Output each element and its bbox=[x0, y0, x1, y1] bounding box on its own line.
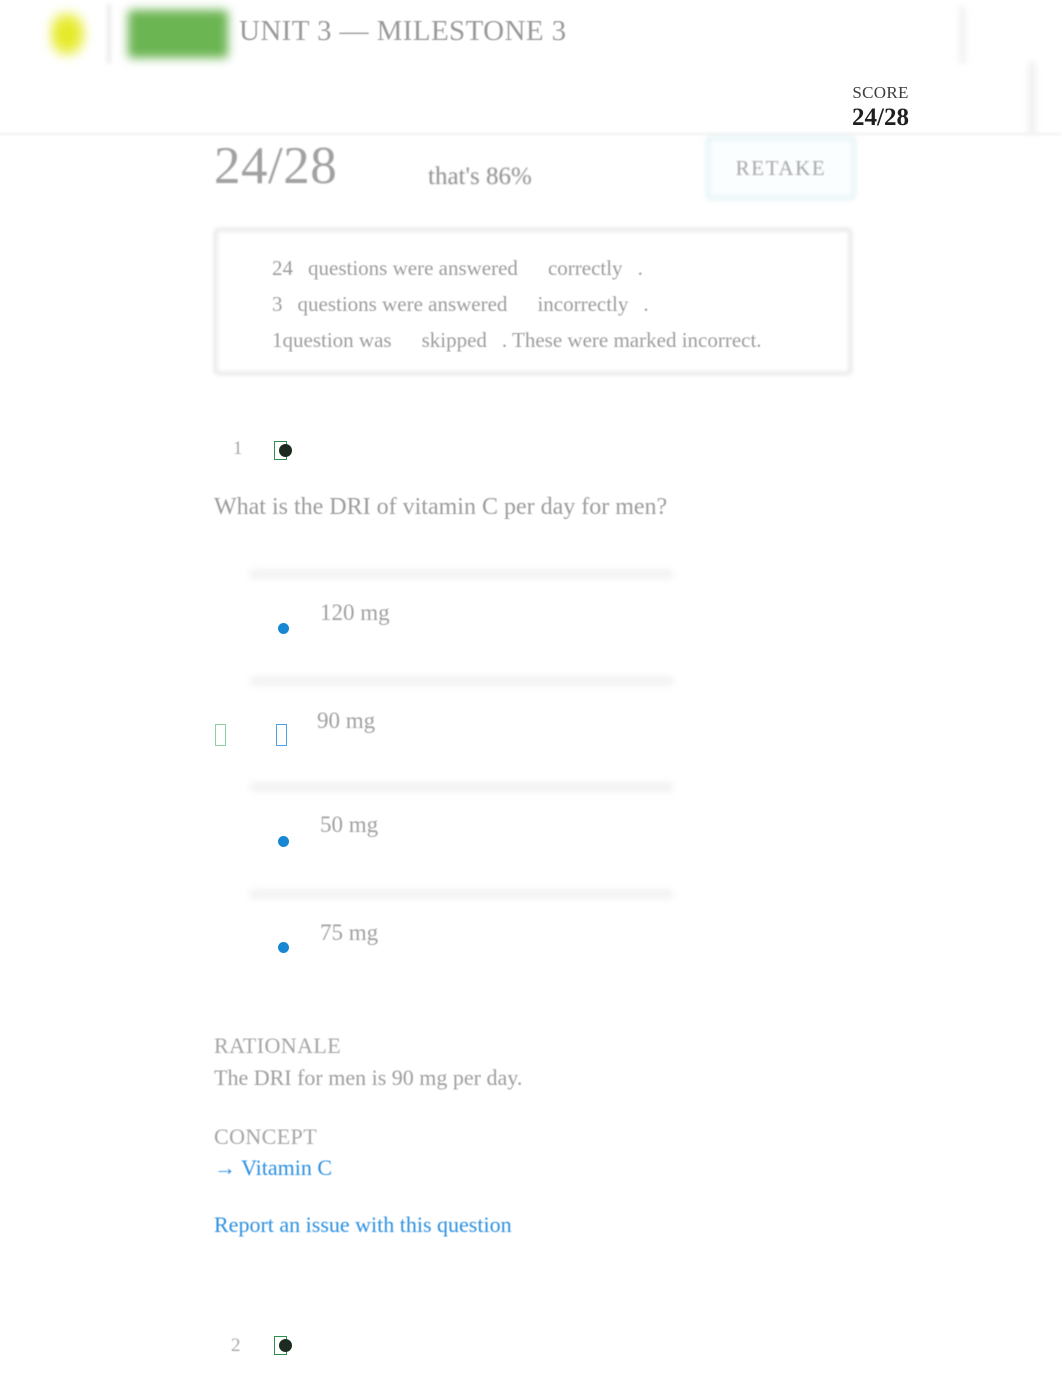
header-decoration-line-right bbox=[1028, 62, 1036, 134]
header-separator bbox=[107, 4, 111, 64]
option-label[interactable]: 120 mg bbox=[320, 600, 390, 626]
option-label[interactable]: 90 mg bbox=[317, 708, 375, 734]
rationale-heading: RATIONALE bbox=[214, 1033, 342, 1058]
header-score-block: SCORE 24/28 bbox=[852, 83, 909, 132]
summary-correct-emphasis: correctly bbox=[547, 256, 623, 280]
option-label[interactable]: 50 mg bbox=[320, 812, 378, 838]
concept-heading: CONCEPT bbox=[214, 1124, 318, 1149]
question-prompt: What is the DRI of vitamin C per day for… bbox=[214, 494, 668, 520]
percent-badge-icon:  bbox=[394, 162, 411, 188]
overall-score-fraction: 24/28 bbox=[214, 137, 338, 195]
rationale-body: The DRI for men is 90 mg per day. bbox=[214, 1065, 523, 1090]
concept-link-vitamin-c[interactable]: → Vitamin C bbox=[214, 1155, 332, 1181]
summary-skipped-middle: question was bbox=[282, 328, 392, 352]
option-divider-bar bbox=[250, 676, 673, 686]
summary-incorrect-period: . bbox=[643, 292, 649, 316]
app-header: UNIT 3 — MILESTONE 3 SCORE 24/28 bbox=[0, 0, 1062, 134]
page-title: UNIT 3 — MILESTONE 3 bbox=[239, 15, 567, 47]
results-summary-panel: 24questions were answeredcorrectly. 3qu… bbox=[232, 250, 842, 358]
report-issue-link[interactable]: Report an issue with this question bbox=[214, 1212, 512, 1238]
sophia-wordmark-logo[interactable] bbox=[128, 10, 228, 58]
summary-line: 24 questions were answered correctly. bbox=[232, 250, 842, 286]
question-number: 2 bbox=[231, 1335, 241, 1356]
correct-answer-marker-icon bbox=[274, 441, 292, 460]
header-decoration-line-left bbox=[959, 6, 966, 64]
option-correct-check-icon bbox=[215, 724, 226, 746]
summary-skipped-emphasis: skipped bbox=[421, 328, 487, 352]
score-value: 24/28 bbox=[852, 104, 909, 131]
option-label[interactable]: 75 mg bbox=[320, 920, 378, 946]
option-radio-dot[interactable] bbox=[278, 836, 289, 847]
option-radio-dot[interactable] bbox=[278, 942, 289, 953]
summary-info-icon:  bbox=[232, 250, 272, 286]
option-selected-radio-icon[interactable] bbox=[276, 724, 287, 746]
summary-incorrect-middle: questions were answered bbox=[297, 292, 508, 316]
summary-incorrect-count: 3 bbox=[272, 292, 283, 316]
overall-percent-text: that's 86% bbox=[428, 163, 532, 190]
score-label: SCORE bbox=[852, 83, 909, 102]
summary-correct-count: 24 bbox=[272, 256, 293, 280]
option-divider-bar bbox=[250, 569, 673, 579]
option-radio-dot[interactable] bbox=[278, 623, 289, 634]
milestone-results-page: UNIT 3 — MILESTONE 3 SCORE 24/28 24/28 … bbox=[0, 0, 1062, 1377]
summary-incorrect-emphasis: incorrectly bbox=[537, 292, 629, 316]
retake-button[interactable]: RETAKE bbox=[707, 137, 855, 199]
summary-line: 3 questions were answered incorrectly. bbox=[232, 286, 842, 322]
summary-correct-period: . bbox=[637, 256, 643, 280]
question-number: 1 bbox=[233, 438, 243, 459]
summary-correct-middle: questions were answered bbox=[308, 256, 518, 280]
sophia-flame-logo-icon[interactable] bbox=[49, 10, 87, 58]
option-divider-bar bbox=[250, 889, 673, 899]
correct-answer-marker-icon bbox=[274, 1336, 292, 1355]
summary-skipped-period: . These were marked incorrect. bbox=[501, 328, 762, 352]
summary-skipped-count: 1 bbox=[272, 328, 283, 352]
summary-line: 1question was skipped . These were marked … bbox=[232, 322, 842, 358]
option-divider-bar bbox=[250, 782, 673, 792]
header-bottom-divider bbox=[0, 133, 1062, 135]
